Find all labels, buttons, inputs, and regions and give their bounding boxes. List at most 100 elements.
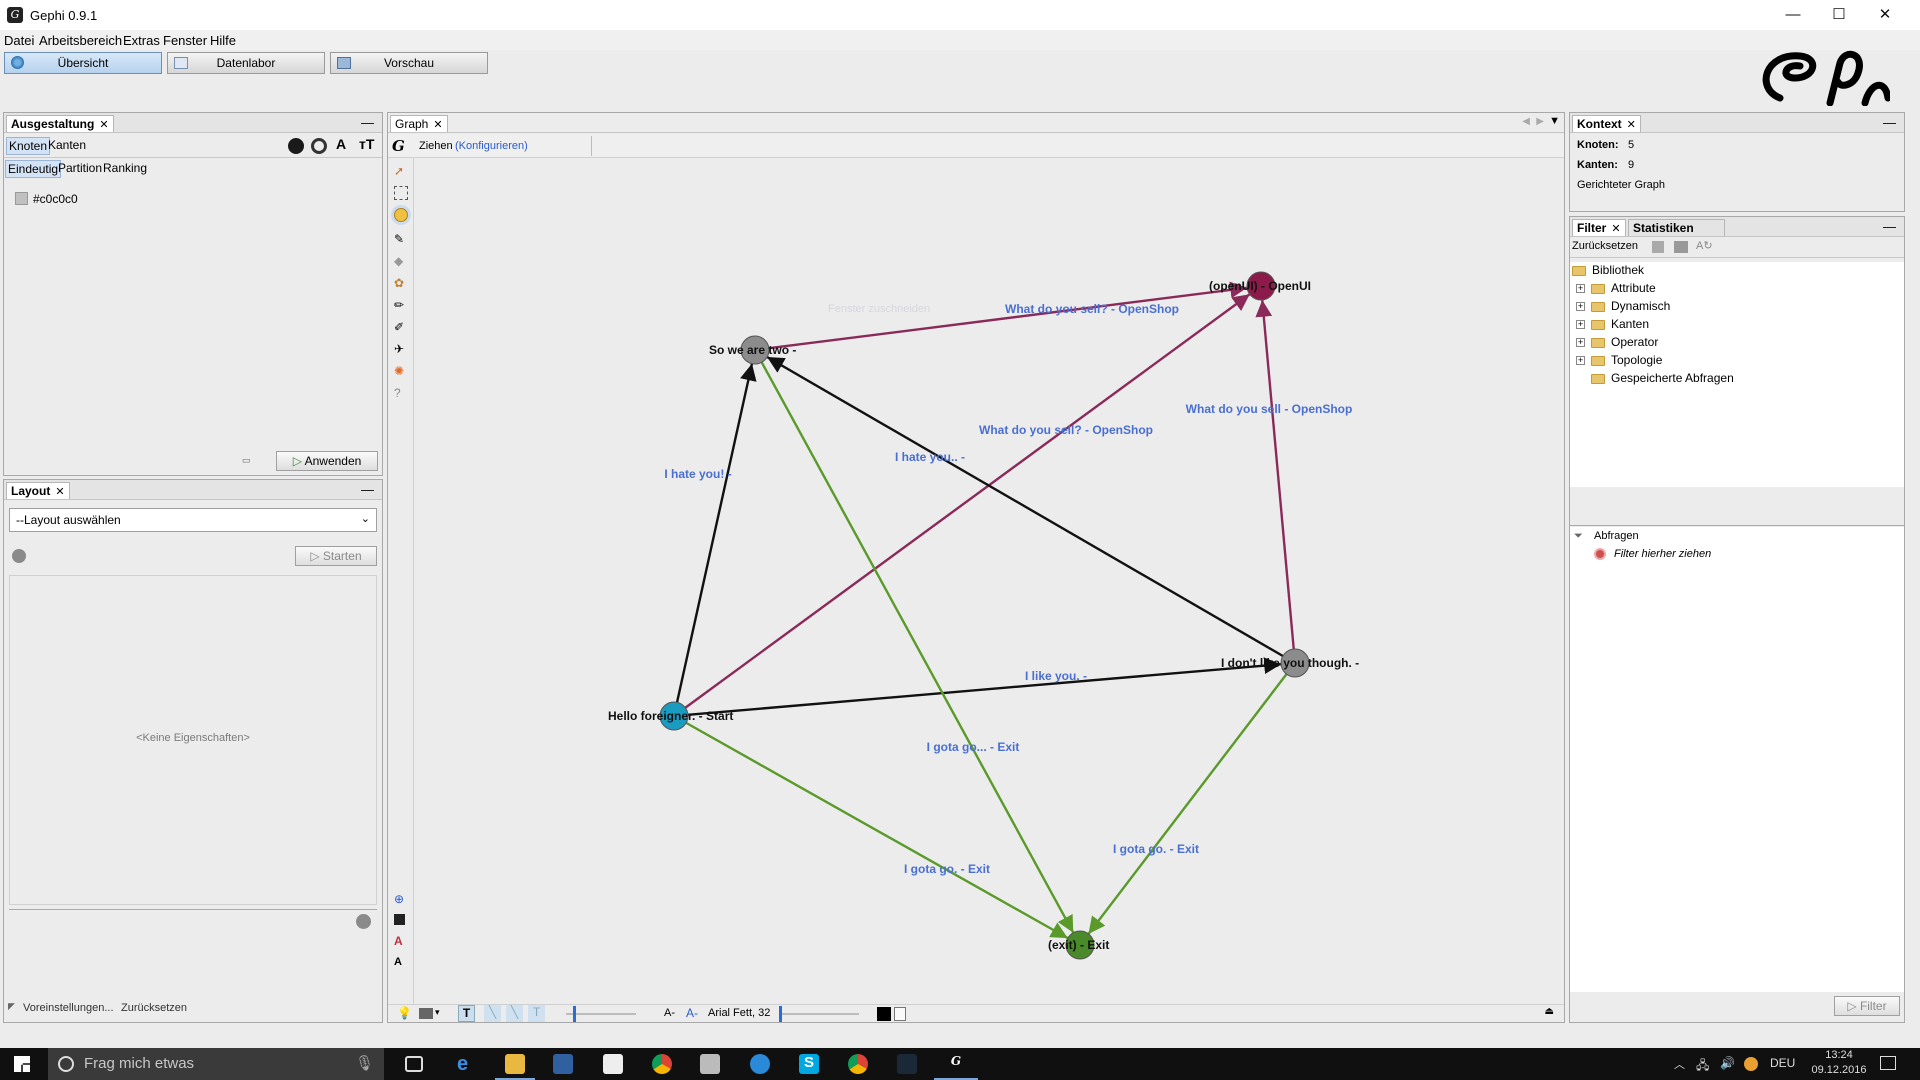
skype-icon[interactable]: S [799, 1054, 819, 1074]
run-filter-button[interactable]: ▷ Filter [1834, 996, 1900, 1016]
tree-item-attribute[interactable]: + Attribute [1576, 281, 1656, 299]
mode-unique[interactable]: Eindeutig [5, 160, 62, 178]
graph-edge[interactable] [760, 361, 1075, 934]
graph-edge[interactable] [1255, 299, 1295, 650]
light-bulb-icon[interactable]: 💡 [397, 1006, 412, 1020]
graph-svg[interactable]: What do you sell? - OpenShop What do you … [414, 158, 1564, 1004]
close-icon[interactable]: ✕ [99, 119, 108, 131]
scroll-right-icon[interactable]: ▶ [1536, 116, 1544, 127]
tab-data-lab[interactable]: Datenlabor [167, 52, 325, 74]
tab-graph[interactable]: Graph ✕ [390, 115, 448, 132]
apply-button[interactable]: ▷ Anwenden [276, 451, 378, 471]
tab-edges[interactable]: Kanten [46, 137, 88, 155]
tab-filter[interactable]: Filter ✕ [1572, 219, 1626, 236]
tree-item-operator[interactable]: + Operator [1576, 335, 1658, 353]
filter-drop-hint[interactable]: Filter hierher ziehen [1614, 548, 1711, 560]
collapse-icon[interactable]: ⏏ [1545, 1006, 1554, 1017]
font-label[interactable]: Arial Fett, 32 [708, 1007, 770, 1019]
shortest-path-icon[interactable]: ✈ [394, 342, 408, 356]
zoom-icon[interactable]: ⊕ [394, 892, 408, 906]
close-icon[interactable]: ✕ [55, 486, 64, 498]
tray-app-icon[interactable] [1744, 1057, 1758, 1071]
close-button[interactable]: ✕ [1862, 0, 1908, 30]
font-increase-icon[interactable]: A- [686, 1006, 698, 1020]
brush-icon[interactable]: ✎ [394, 232, 408, 246]
edit-icon[interactable]: ▭ [242, 455, 251, 466]
menu-arbeitsbereich[interactable]: Arbeitsbereich [39, 33, 122, 48]
minimize-button[interactable]: — [1770, 0, 1816, 30]
store-icon[interactable] [603, 1054, 623, 1074]
graph-edge[interactable] [685, 721, 1069, 940]
label-font-icon[interactable]: A [394, 956, 408, 970]
drag-hand-icon[interactable] [394, 208, 408, 222]
menu-extras[interactable]: Extras [123, 33, 160, 48]
export-icon[interactable] [1674, 241, 1688, 253]
font-size-slider[interactable] [779, 1013, 859, 1015]
graph-edge[interactable] [1087, 673, 1288, 935]
diamond-icon[interactable]: ◆ [394, 254, 408, 268]
tree-item-topology[interactable]: + Topologie [1576, 353, 1662, 371]
volume-icon[interactable]: 🔊 [1720, 1056, 1735, 1070]
filter-reset-button[interactable]: Zurücksetzen [1572, 240, 1638, 252]
expand-icon[interactable]: + [1576, 320, 1585, 330]
graph-edge[interactable] [687, 657, 1282, 717]
minimize-icon[interactable]: — [1883, 115, 1896, 130]
size-icon[interactable] [311, 138, 327, 154]
expand-icon[interactable]: + [1576, 356, 1585, 366]
label-color-icon[interactable]: A [336, 136, 346, 152]
minimize-icon[interactable]: — [361, 482, 374, 497]
library-root[interactable]: Bibliothek [1572, 263, 1644, 281]
layout-select[interactable]: --Layout auswählen ⌄ [9, 508, 377, 532]
tab-overview[interactable]: Übersicht [4, 52, 162, 74]
heat-map-icon[interactable]: ✺ [394, 364, 408, 378]
tree-item-edges[interactable]: + Kanten [1576, 317, 1649, 335]
minimize-icon[interactable]: — [361, 115, 374, 130]
tab-statistics[interactable]: Statistiken [1628, 219, 1725, 236]
start-layout-button[interactable]: ▷ Starten [295, 546, 377, 566]
tab-preview[interactable]: Vorschau [330, 52, 488, 74]
steam-icon[interactable] [897, 1054, 917, 1074]
edge-scale-handle[interactable] [573, 1006, 576, 1022]
painter-icon[interactable]: ✿ [394, 276, 408, 290]
color-swatch[interactable] [15, 192, 28, 205]
tab-nodes[interactable]: Knoten [6, 137, 51, 155]
chevron-down-icon[interactable]: ▾ [435, 1007, 440, 1018]
notifications-icon[interactable] [1880, 1056, 1896, 1070]
menu-fenster[interactable]: Fenster [163, 33, 207, 48]
tab-appearance[interactable]: Ausgestaltung ✕ [6, 115, 114, 132]
clock-date[interactable]: 09.12.2016 [1808, 1064, 1870, 1076]
scroll-left-icon[interactable]: ◀ [1522, 116, 1530, 127]
expand-icon[interactable]: + [1576, 302, 1585, 312]
label-size-icon[interactable]: тT [359, 136, 374, 152]
select-arrow-icon[interactable]: ➚ [394, 164, 408, 178]
chevron-down-icon[interactable]: ▼ [1549, 115, 1560, 127]
tree-item-saved-queries[interactable]: Gespeicherte Abfragen [1591, 371, 1734, 389]
edge-label-toggle[interactable]: T [528, 1005, 545, 1022]
graph-canvas[interactable]: What do you sell? - OpenShop What do you … [414, 158, 1564, 1004]
screenshot-icon[interactable] [419, 1008, 433, 1019]
gephi-taskbar-icon[interactable]: G [946, 1054, 966, 1074]
edge-color-toggle[interactable]: ╲ [506, 1005, 523, 1022]
close-icon[interactable]: ✕ [1611, 223, 1620, 235]
font-decrease-icon[interactable]: A- [664, 1007, 675, 1019]
tree-item-dynamic[interactable]: + Dynamisch [1576, 299, 1670, 317]
rectangle-select-icon[interactable] [394, 186, 408, 200]
color-value[interactable]: #c0c0c0 [33, 192, 78, 206]
microphone-icon[interactable]: 🎙 [355, 1048, 374, 1080]
expand-icon[interactable]: + [1576, 338, 1585, 348]
background-color-icon[interactable] [394, 914, 405, 925]
edge-scale-slider[interactable] [566, 1013, 636, 1015]
close-icon[interactable]: ✕ [433, 119, 442, 131]
configure-link[interactable]: (Konfigurieren) [455, 140, 528, 152]
show-labels-toggle[interactable]: T [458, 1005, 475, 1022]
node-label-color-icon[interactable]: A [394, 934, 408, 948]
font-size-handle[interactable] [779, 1006, 782, 1022]
taskbar-search[interactable]: Frag mich etwas 🎙 [48, 1048, 384, 1080]
file-explorer-icon[interactable] [505, 1054, 525, 1074]
app-icon[interactable] [750, 1054, 770, 1074]
menu-datei[interactable]: Datei [4, 33, 34, 48]
mode-partition[interactable]: Partition [56, 160, 104, 178]
chrome-icon[interactable] [652, 1054, 672, 1074]
label-color-swatch[interactable] [877, 1007, 891, 1021]
network-icon[interactable]: 🖧 [1696, 1056, 1709, 1077]
